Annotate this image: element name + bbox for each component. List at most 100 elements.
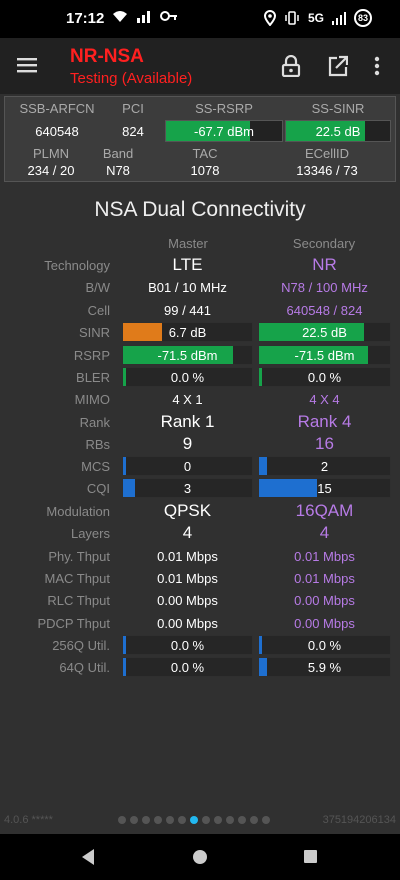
secondary-value: N78 / 100 MHz bbox=[281, 280, 368, 295]
wifi-icon bbox=[113, 11, 127, 22]
header-ecellid: ECellID bbox=[304, 146, 350, 161]
page-dot[interactable] bbox=[214, 816, 222, 824]
master-bler-bar: 0.0 % bbox=[122, 367, 253, 387]
master-sinr-bar: 6.7 dB bbox=[122, 322, 253, 342]
row-label: Technology bbox=[44, 258, 110, 273]
row-rsrp: RSRP -71.5 dBm -71.5 dBm bbox=[0, 344, 400, 366]
page-dot[interactable] bbox=[202, 816, 210, 824]
page-dot[interactable] bbox=[226, 816, 234, 824]
key-icon bbox=[160, 11, 177, 21]
header-pci: PCI bbox=[122, 101, 144, 116]
secondary-value: 0.00 Mbps bbox=[294, 616, 355, 631]
row-label: 256Q Util. bbox=[52, 638, 110, 653]
row-label: Phy. Thput bbox=[48, 549, 110, 564]
location-icon bbox=[263, 10, 276, 26]
master-rsrp-bar: -71.5 dBm bbox=[122, 345, 253, 365]
secondary-256q-bar: 0.0 % bbox=[258, 635, 391, 655]
master-value: 3 bbox=[183, 481, 192, 496]
row-mcs: MCS 0 2 bbox=[0, 455, 400, 477]
row-256q-util: 256Q Util. 0.0 % 0.0 % bbox=[0, 634, 400, 656]
status-bar: 17:12 5G 83 bbox=[0, 0, 400, 38]
master-value: 4 bbox=[182, 523, 193, 542]
row-label: MIMO bbox=[74, 392, 110, 407]
master-value: B01 / 10 MHz bbox=[148, 280, 227, 295]
menu-icon[interactable] bbox=[16, 54, 38, 76]
row-bandwidth: B/W B01 / 10 MHz N78 / 100 MHz bbox=[0, 276, 400, 298]
vibrate-icon bbox=[285, 11, 299, 25]
row-label: CQI bbox=[86, 481, 110, 496]
recents-icon[interactable] bbox=[303, 849, 318, 864]
ss-sinr-meter: 22.5 dB bbox=[285, 120, 391, 142]
master-64q-bar: 0.0 % bbox=[122, 657, 253, 677]
ss-rsrp-meter: -67.7 dBm bbox=[165, 120, 283, 142]
secondary-value: 640548 / 824 bbox=[286, 303, 363, 318]
master-value: QPSK bbox=[163, 501, 212, 520]
page-dot[interactable] bbox=[166, 816, 174, 824]
row-technology: Technology LTE NR bbox=[0, 254, 400, 276]
device-id: 375194206134 bbox=[322, 814, 396, 826]
secondary-value: 0.0 % bbox=[307, 638, 342, 653]
row-layers: Layers 4 4 bbox=[0, 522, 400, 544]
page-dot[interactable] bbox=[130, 816, 138, 824]
battery-level: 83 bbox=[357, 13, 368, 23]
app-version: 4.0.6 ***** bbox=[4, 814, 53, 826]
value-ss-rsrp: -67.7 dBm bbox=[194, 124, 254, 139]
row-label: RBs bbox=[85, 437, 110, 452]
row-rbs: RBs 9 16 bbox=[0, 433, 400, 455]
app-title: NR-NSA bbox=[70, 46, 144, 67]
home-icon[interactable] bbox=[192, 849, 208, 865]
master-value: 0.0 % bbox=[170, 370, 205, 385]
value-ssb-arfcn: 640548 bbox=[35, 124, 79, 139]
master-value: 6.7 dB bbox=[168, 325, 207, 340]
row-pdcp-thput: PDCP Thput 0.00 Mbps 0.00 Mbps bbox=[0, 612, 400, 634]
row-mimo: MIMO 4 X 1 4 X 4 bbox=[0, 388, 400, 410]
secondary-value: 5.9 % bbox=[307, 660, 342, 675]
master-value: 0 bbox=[183, 459, 192, 474]
column-header-master: Master bbox=[168, 236, 208, 251]
secondary-sinr-bar: 22.5 dB bbox=[258, 322, 391, 342]
page-dot[interactable] bbox=[154, 816, 162, 824]
page-dot[interactable] bbox=[262, 816, 270, 824]
master-value: 99 / 441 bbox=[164, 303, 211, 318]
page-dot[interactable] bbox=[238, 816, 246, 824]
row-label: BLER bbox=[76, 370, 110, 385]
page-dot[interactable] bbox=[250, 816, 258, 824]
secondary-value: -71.5 dBm bbox=[294, 348, 355, 363]
row-rlc-thput: RLC Thput 0.00 Mbps 0.00 Mbps bbox=[0, 589, 400, 611]
header-ss-sinr: SS-SINR bbox=[311, 101, 365, 116]
header-ssb-arfcn: SSB-ARFCN bbox=[19, 101, 95, 116]
column-header-secondary: Secondary bbox=[292, 236, 356, 251]
secondary-value: 0.01 Mbps bbox=[294, 571, 355, 586]
row-label: MCS bbox=[81, 459, 110, 474]
row-label: SINR bbox=[78, 325, 110, 340]
secondary-mcs-bar: 2 bbox=[258, 456, 391, 476]
master-cqi-bar: 3 bbox=[122, 478, 253, 498]
master-value: 0.0 % bbox=[170, 638, 205, 653]
secondary-value: 22.5 dB bbox=[302, 325, 347, 340]
back-icon[interactable] bbox=[80, 848, 96, 866]
row-cqi: CQI 3 15 bbox=[0, 477, 400, 499]
value-ecellid: 13346 / 73 bbox=[296, 163, 358, 178]
row-cell: Cell 99 / 441 640548 / 824 bbox=[0, 299, 400, 321]
page-dot[interactable] bbox=[142, 816, 150, 824]
cell-signal-icon bbox=[332, 12, 346, 25]
network-type: 5G bbox=[307, 11, 324, 25]
page-indicator[interactable] bbox=[118, 816, 270, 824]
page-dot[interactable] bbox=[118, 816, 126, 824]
lock-icon[interactable] bbox=[281, 55, 301, 77]
more-options-icon[interactable] bbox=[373, 55, 381, 77]
row-label: B/W bbox=[85, 280, 110, 295]
row-64q-util: 64Q Util. 0.0 % 5.9 % bbox=[0, 656, 400, 678]
header-tac: TAC bbox=[192, 146, 218, 161]
secondary-value: 16QAM bbox=[295, 501, 354, 520]
master-mcs-bar: 0 bbox=[122, 456, 253, 476]
open-external-icon[interactable] bbox=[328, 55, 348, 77]
page-dot[interactable] bbox=[178, 816, 186, 824]
row-label: 64Q Util. bbox=[59, 660, 110, 675]
header-plmn: PLMN bbox=[32, 146, 70, 161]
secondary-rsrp-bar: -71.5 dBm bbox=[258, 345, 391, 365]
page-dot[interactable] bbox=[190, 816, 198, 824]
row-label: PDCP Thput bbox=[37, 616, 110, 631]
master-value: 9 bbox=[182, 434, 193, 453]
row-label: Modulation bbox=[46, 504, 110, 519]
